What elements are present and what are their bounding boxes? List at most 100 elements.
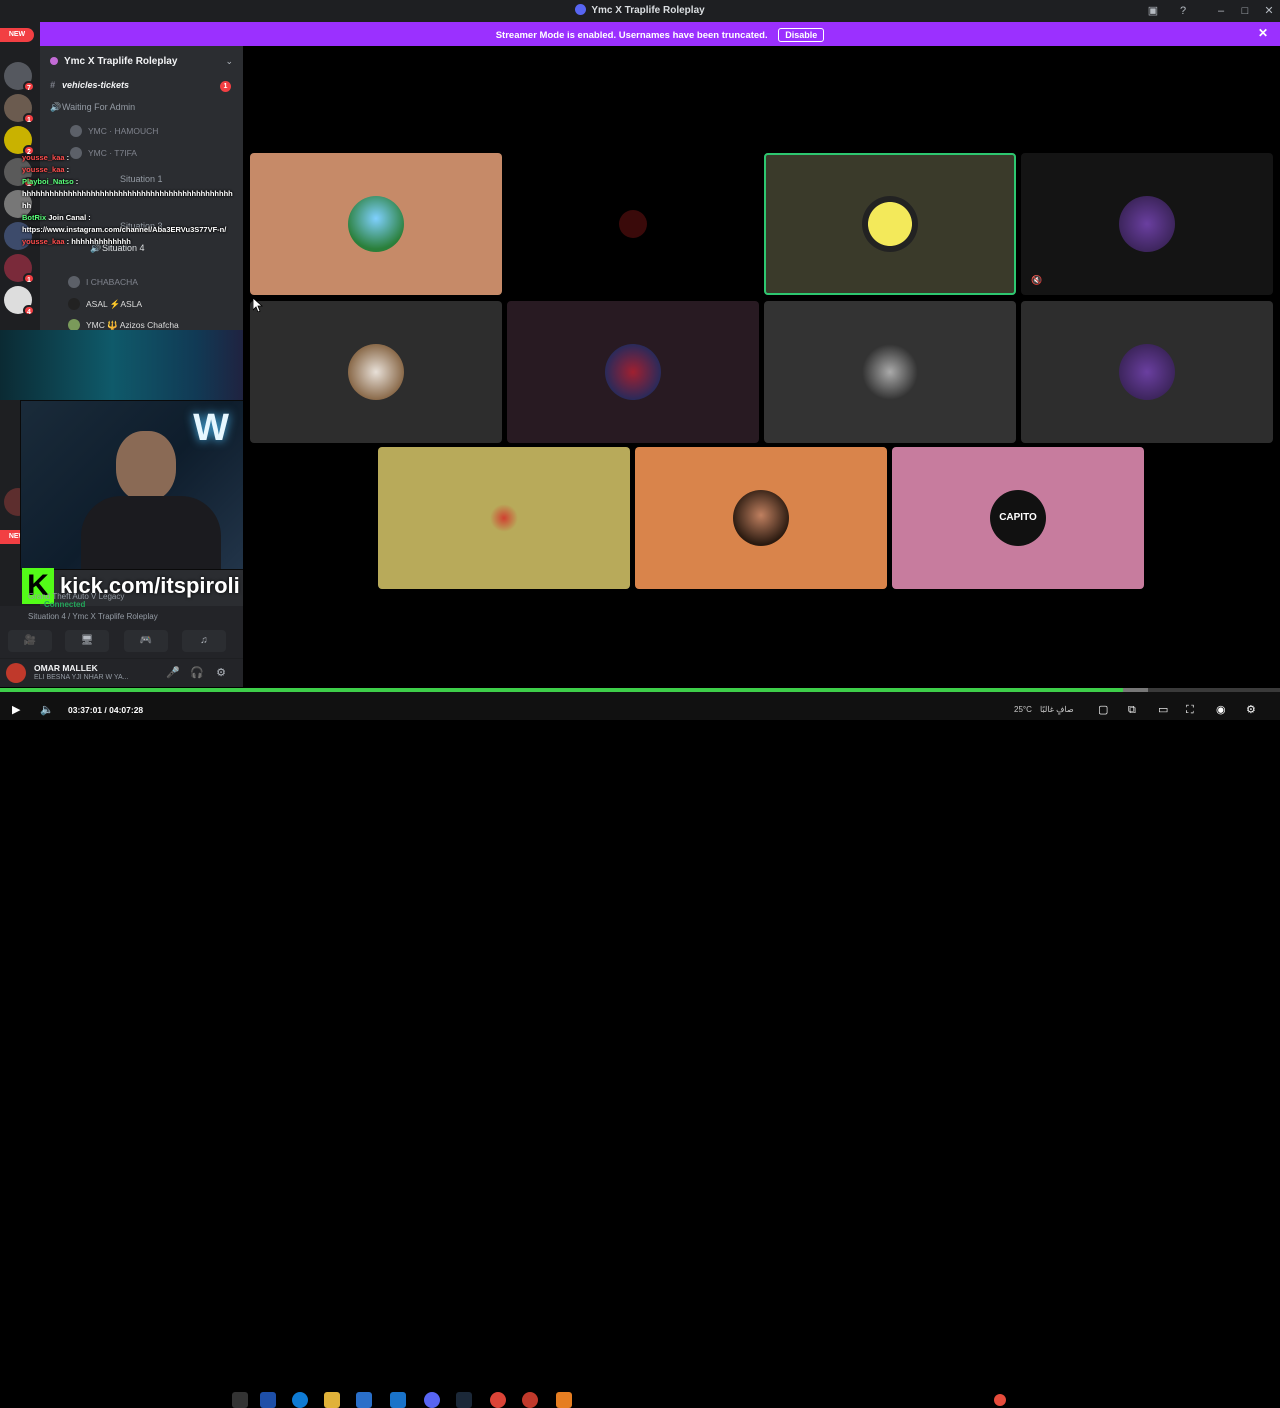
app-icon[interactable]: [522, 1392, 538, 1408]
voice-connected-label: Connected: [44, 600, 86, 609]
participant-avatar: [733, 490, 789, 546]
user-panel: OMAR MALLEK ELI BESNA YJI NHAR W YA... 🎤…: [0, 658, 243, 687]
file-explorer-icon[interactable]: [324, 1392, 340, 1408]
app-icon[interactable]: [390, 1392, 406, 1408]
avatar: [70, 125, 82, 137]
participant-tile[interactable]: [250, 301, 502, 443]
app-icon[interactable]: [556, 1392, 572, 1408]
close-window-icon[interactable]: ✕: [1262, 4, 1276, 18]
participant-tile[interactable]: [1021, 301, 1273, 443]
server-icon[interactable]: 4: [4, 286, 35, 316]
voice-user[interactable]: ASAL ⚡ASLA: [68, 298, 235, 314]
voice-user[interactable]: I CHABACHA: [68, 276, 235, 292]
server-icon[interactable]: 2: [4, 126, 35, 156]
speed-icon[interactable]: ◉: [1216, 703, 1226, 717]
voice-call-stage: 🔇 CAPITO: [243, 46, 1280, 687]
participant-tile[interactable]: 🔇: [1021, 153, 1273, 295]
participant-avatar: [490, 504, 518, 532]
speaker-icon: 🔊: [50, 102, 62, 112]
progress-fill: [0, 688, 1123, 692]
participant-tile[interactable]: CAPITO: [892, 447, 1144, 589]
banner-message: Streamer Mode is enabled. Usernames have…: [495, 30, 768, 41]
chat-message: yousse_kaa :: [22, 153, 70, 162]
video-button[interactable]: 🎥: [8, 630, 52, 652]
avatar: [68, 298, 80, 310]
avatar: [68, 276, 80, 288]
chat-message: BotRix Join Canal :: [22, 213, 91, 222]
fullscreen-icon[interactable]: ⛶: [1186, 703, 1194, 717]
streamer-mode-banner: Streamer Mode is enabled. Usernames have…: [40, 22, 1280, 46]
server-icon[interactable]: 7: [4, 62, 35, 92]
voice-user[interactable]: YMC · HAMOUCH: [70, 125, 235, 141]
stream-chat-overlay: yousse_kaa : yousse_kaa : Playboi_Natso …: [22, 152, 237, 272]
minimize-icon[interactable]: –: [1214, 4, 1228, 18]
voice-connection-panel: Grand Theft Auto V Legacy Connected Situ…: [0, 592, 243, 658]
screen-share-button[interactable]: 🖥: [65, 630, 109, 652]
inbox-icon[interactable]: ▣: [1146, 4, 1160, 18]
steam-icon[interactable]: [456, 1392, 472, 1408]
channel-waiting-for-admin[interactable]: 🔊Waiting For Admin: [50, 102, 235, 118]
chevron-down-icon[interactable]: ⌄: [225, 56, 233, 67]
participant-avatar: [605, 344, 661, 400]
subtitles-icon[interactable]: ▢: [1098, 703, 1108, 717]
participant-tile[interactable]: [764, 301, 1016, 443]
window-title: Ymc X Traplife Roleplay: [591, 5, 705, 16]
participant-tile[interactable]: [378, 447, 630, 589]
taskbar: [0, 690, 1280, 1408]
chat-message: Playboi_Natso :: [22, 177, 79, 186]
voice-location[interactable]: Situation 4 / Ymc X Traplife Roleplay: [28, 612, 158, 621]
participant-tile[interactable]: [764, 153, 1016, 295]
participant-tile[interactable]: [635, 447, 887, 589]
timecode: 03:37:01 / 04:07:28: [68, 705, 144, 715]
app-icon[interactable]: [260, 1392, 276, 1408]
app-logo-icon: [575, 4, 587, 15]
muted-mic-icon: 🔇: [1031, 275, 1043, 285]
participant-avatar: [862, 196, 918, 252]
edge-icon[interactable]: [292, 1392, 308, 1408]
tray-temperature: 25°C: [1014, 705, 1032, 714]
close-icon[interactable]: ✕: [1258, 26, 1268, 40]
miniplayer-icon[interactable]: ⧉: [1128, 703, 1136, 717]
avatar[interactable]: [6, 663, 26, 683]
help-icon[interactable]: ?: [1176, 4, 1190, 18]
chat-message: yousse_kaa : hhhhhhhhhhhhh: [22, 237, 131, 246]
play-icon[interactable]: ▶: [12, 703, 20, 717]
participant-avatar: [348, 196, 404, 252]
store-icon[interactable]: [356, 1392, 372, 1408]
buffer-fill: [1122, 688, 1149, 692]
maximize-icon[interactable]: □: [1238, 4, 1252, 18]
discord-icon[interactable]: [424, 1392, 440, 1408]
chat-message: https://www.instagram.com/channel/Aba3ER…: [22, 225, 227, 234]
headphones-icon[interactable]: 🎧: [190, 666, 204, 680]
participant-avatar: [862, 344, 918, 400]
participant-avatar: [1119, 344, 1175, 400]
server-icon[interactable]: 1: [4, 94, 35, 124]
settings-icon[interactable]: ⚙: [1246, 703, 1256, 717]
settings-gear-icon[interactable]: ⚙: [214, 666, 228, 680]
video-progress-bar[interactable]: [0, 688, 1280, 692]
glowing-logo-icon: W: [193, 407, 229, 449]
streamer-body: [81, 496, 221, 569]
disable-streamer-mode-button[interactable]: Disable: [778, 28, 825, 42]
participant-tile[interactable]: [250, 153, 502, 295]
chrome-icon[interactable]: [490, 1392, 506, 1408]
microphone-icon[interactable]: 🎤: [166, 666, 180, 680]
taskview-icon[interactable]: [232, 1392, 248, 1408]
participant-avatar: [348, 344, 404, 400]
participant-avatar: CAPITO: [990, 490, 1046, 546]
tray-weather-text: صافٍ غالبًا: [1040, 705, 1074, 714]
participant-tile[interactable]: [507, 301, 759, 443]
streamer-head: [116, 431, 176, 501]
theater-icon[interactable]: ▭: [1158, 703, 1168, 717]
channel-vehicles-tickets[interactable]: # vehicles-tickets 1: [50, 80, 235, 96]
soundboard-button[interactable]: ♫: [182, 630, 226, 652]
new-mentions-pill[interactable]: NEW: [0, 28, 34, 42]
activities-button[interactable]: 🎮: [124, 630, 168, 652]
username: OMAR MALLEK: [34, 663, 98, 673]
server-boost-icon: [50, 57, 58, 65]
volume-icon[interactable]: 🔈: [40, 703, 54, 717]
chat-message: yousse_kaa :: [22, 165, 70, 174]
participant-tile[interactable]: [507, 153, 759, 295]
server-name[interactable]: Ymc X Traplife Roleplay: [50, 56, 177, 67]
participant-avatar: [1119, 196, 1175, 252]
